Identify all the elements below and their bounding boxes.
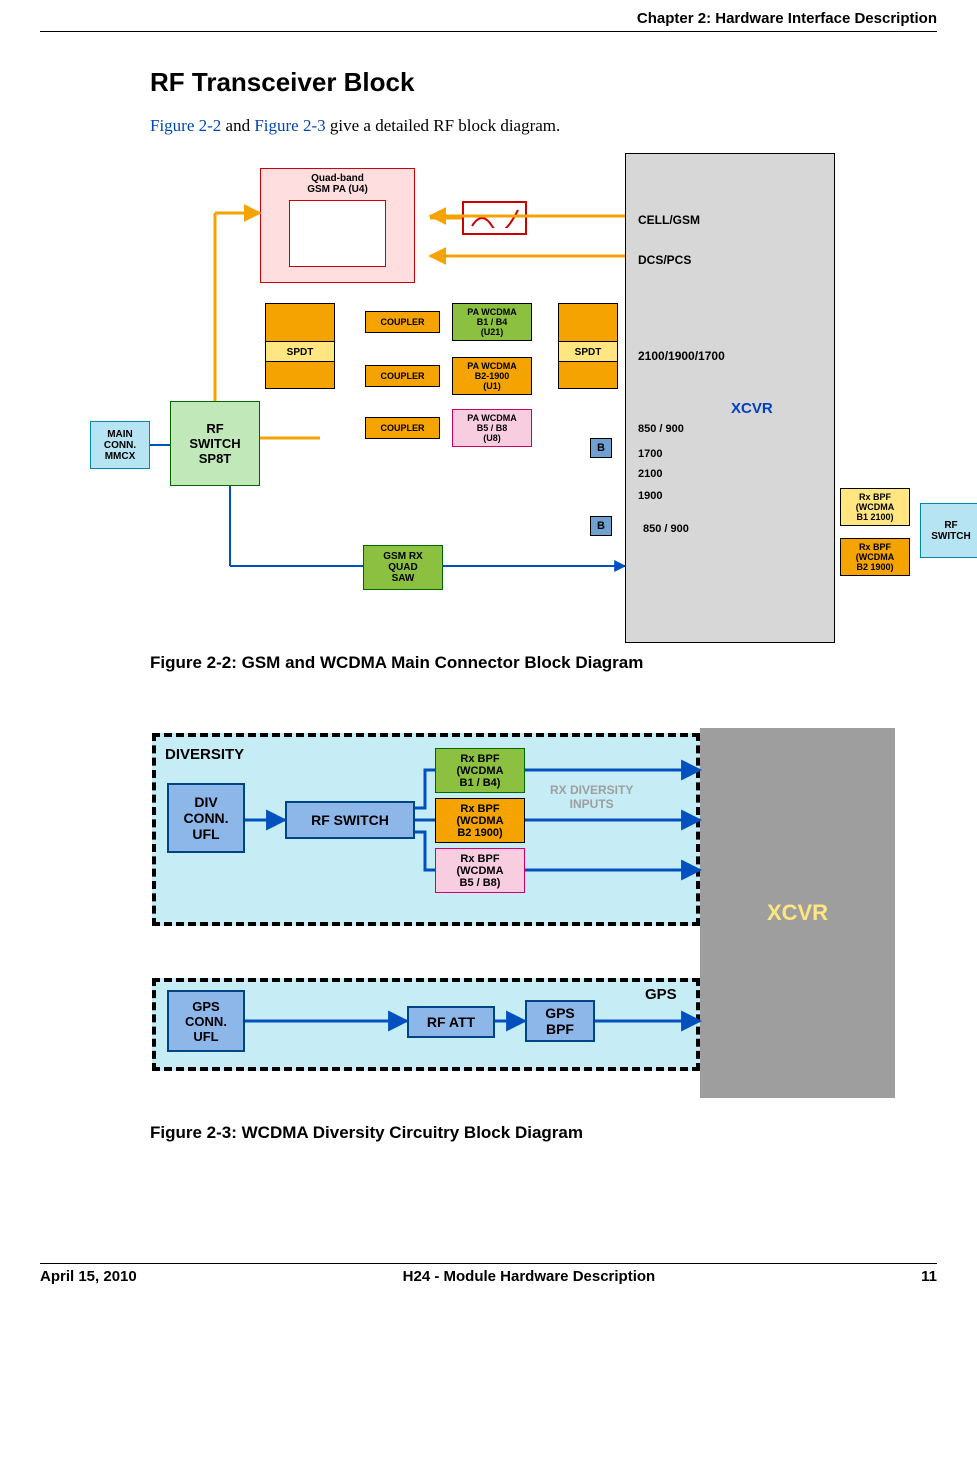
figure-2-2-caption: Figure 2-2: GSM and WCDMA Main Connector… [150,653,937,673]
figure-2-3: XCVR DIVERSITY DIV CONN. UFL RF SWITCH R… [120,728,910,1098]
port-850-900: 850 / 900 [638,423,684,435]
rxbpf-div-b2: Rx BPF (WCDMA B2 1900) [435,798,525,843]
spdt-left-bot [265,361,335,389]
rxbpf-b1-2100: Rx BPF (WCDMA B1 2100) [840,488,910,526]
spdt-right-bot [558,361,618,389]
balun-b2: B [590,516,612,536]
coupler-1: COUPLER [365,311,440,333]
intro-text: Figure 2-2 and Figure 2-3 give a detaile… [150,116,937,136]
figure-2-2: XCVR CELL/GSM DCS/PCS 2100/1900/1700 850… [90,153,880,643]
xcvr-label: XCVR [731,400,773,417]
rxbpf-b2-1900: Rx BPF (WCDMA B2 1900) [840,538,910,576]
footer-page: 11 [921,1268,937,1285]
spdt-left: SPDT [265,341,335,363]
section-title: RF Transceiver Block [150,67,937,98]
rxbpf-div-b5b8: Rx BPF (WCDMA B5 / B8) [435,848,525,893]
page-footer: April 15, 2010 H24 - Module Hardware Des… [40,1263,937,1285]
rf-switch-div: RF SWITCH [285,801,415,839]
xcvr2-block: XCVR [700,728,895,1098]
spdt-left-top [265,303,335,343]
balun-b1: B [590,438,612,458]
pa-wcdma-b2: PA WCDMA B2-1900 (U1) [452,357,532,395]
quad-band-pa: Quad-band GSM PA (U4) [260,168,415,283]
quad-band-label: Quad-band GSM PA (U4) [307,173,368,195]
port-850-900-b: 850 / 900 [643,523,689,535]
rxbpf-div-b1b4: Rx BPF (WCDMA B1 / B4) [435,748,525,793]
coupler-2: COUPLER [365,365,440,387]
diversity-label: DIVERSITY [165,746,244,763]
port-dcs-pcs: DCS/PCS [638,253,691,267]
rf-switch-right: RF SWITCH [920,503,977,558]
port-1900: 1900 [638,490,662,502]
spdt-right-top [558,303,618,343]
intro-mid: and [221,116,254,135]
quad-band-inner-icon [289,200,386,267]
figure-link-2[interactable]: Figure 2-3 [254,116,325,135]
main-conn-mmcx: MAIN CONN. MMCX [90,421,150,469]
gps-bpf: GPS BPF [525,1000,595,1042]
div-conn-ufl: DIV CONN. UFL [167,783,245,853]
pa-wcdma-b5b8: PA WCDMA B5 / B8 (U8) [452,409,532,447]
footer-doc: H24 - Module Hardware Description [403,1268,656,1285]
filter-icon [462,201,527,235]
rf-switch-sp8t: RF SWITCH SP8T [170,401,260,486]
gps-label: GPS [645,986,677,1003]
pa-wcdma-b1b4: PA WCDMA B1 / B4 (U21) [452,303,532,341]
chapter-header: Chapter 2: Hardware Interface Descriptio… [40,10,937,32]
spdt-right: SPDT [558,341,618,363]
rf-att: RF ATT [407,1006,495,1038]
figure-2-3-caption: Figure 2-3: WCDMA Diversity Circuitry Bl… [150,1123,937,1143]
port-2100-1900-1700: 2100/1900/1700 [638,349,725,363]
intro-post: give a detailed RF block diagram. [326,116,561,135]
footer-date: April 15, 2010 [40,1268,137,1285]
gps-conn-ufl: GPS CONN. UFL [167,990,245,1052]
port-2100: 2100 [638,468,662,480]
coupler-3: COUPLER [365,417,440,439]
xcvr2-label: XCVR [767,900,828,926]
rx-diversity-inputs: RX DIVERSITY INPUTS [550,783,633,811]
figure-link-1[interactable]: Figure 2-2 [150,116,221,135]
port-1700: 1700 [638,448,662,460]
port-cell-gsm: CELL/GSM [638,213,700,227]
gsm-rx-quad-saw: GSM RX QUAD SAW [363,545,443,590]
